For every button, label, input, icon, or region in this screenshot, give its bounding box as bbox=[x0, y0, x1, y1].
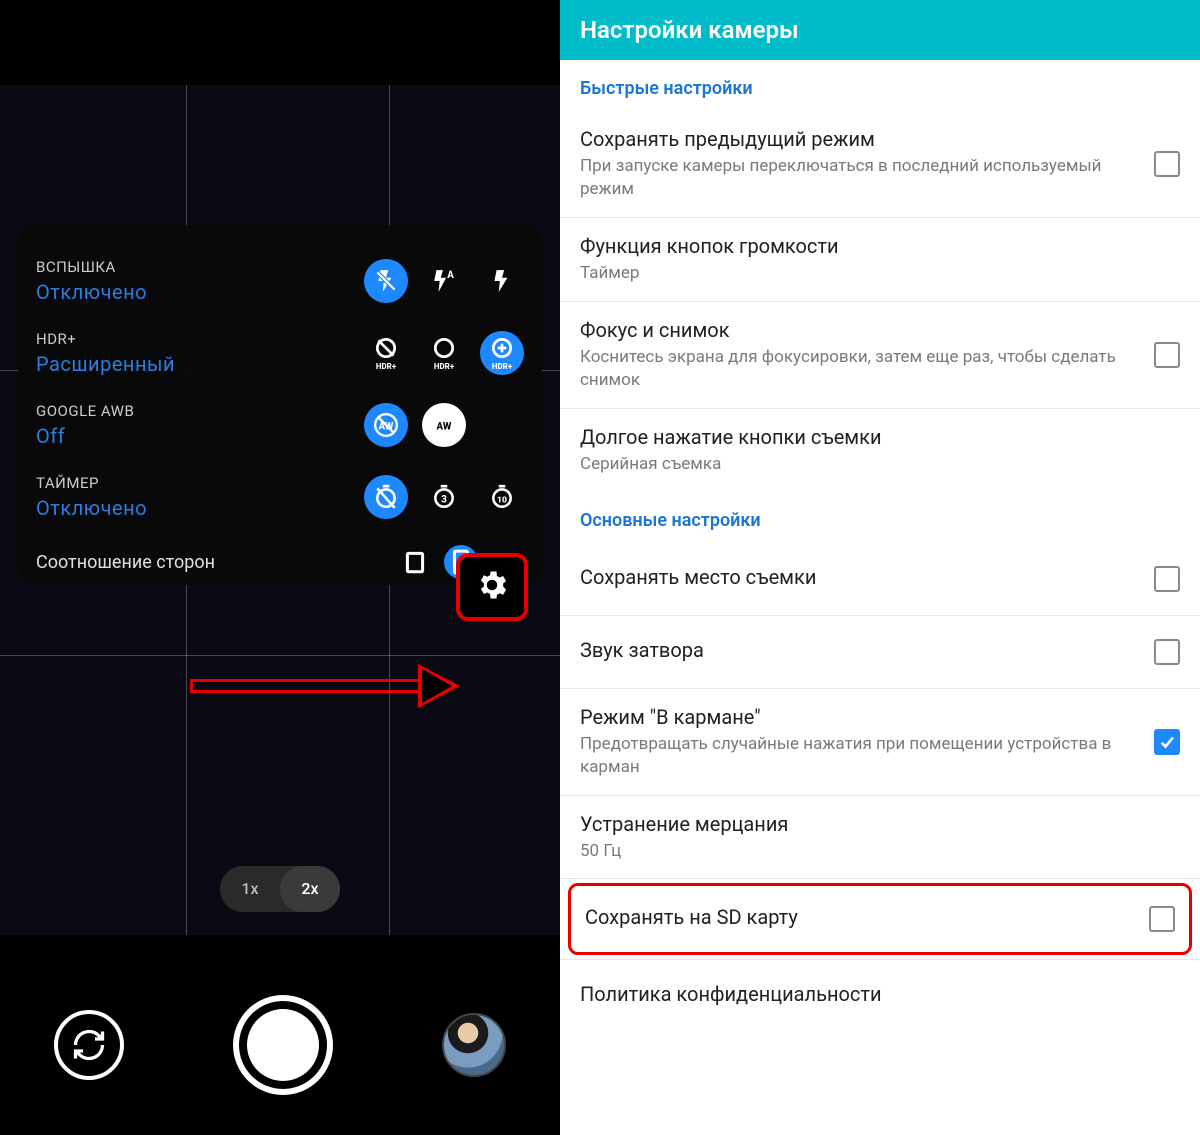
flash-caption: ВСПЫШКА bbox=[36, 258, 147, 276]
hdr-on-icon[interactable]: HDR+ bbox=[422, 331, 466, 375]
awb-on-icon[interactable]: AW bbox=[422, 403, 466, 447]
setting-title: Сохранять на SD карту bbox=[585, 905, 1133, 929]
volume-keys-row[interactable]: Функция кнопок громкости Таймер bbox=[560, 218, 1200, 301]
timer-3s-icon[interactable]: 3 bbox=[422, 475, 466, 519]
quick-settings-panel: ВСПЫШКА Отключено A HDR+ bbox=[18, 225, 542, 585]
privacy-policy-row[interactable]: Политика конфиденциальности bbox=[560, 960, 1200, 1032]
setting-sub: 50 Гц bbox=[580, 840, 1164, 863]
setting-sub: При запуске камеры переключаться в после… bbox=[580, 155, 1138, 201]
timer-caption: ТАЙМЕР bbox=[36, 474, 147, 492]
setting-title: Функция кнопок громкости bbox=[580, 234, 1164, 258]
camera-bottombar bbox=[0, 955, 560, 1135]
setting-title: Режим "В кармане" bbox=[580, 705, 1138, 729]
grid-line bbox=[0, 655, 560, 656]
checkbox[interactable] bbox=[1154, 566, 1180, 592]
save-location-row[interactable]: Сохранять место съемки bbox=[560, 543, 1200, 615]
shutter-button[interactable] bbox=[233, 995, 333, 1095]
setting-sub: Серийная съемка bbox=[580, 453, 1164, 476]
hdr-off-icon[interactable]: HDR+ bbox=[364, 331, 408, 375]
checkbox[interactable] bbox=[1154, 639, 1180, 665]
section-main: Основные настройки bbox=[560, 492, 1200, 543]
settings-content[interactable]: Быстрые настройки Сохранять предыдущий р… bbox=[560, 60, 1200, 1135]
save-to-sd-row[interactable]: Сохранять на SD карту bbox=[568, 883, 1192, 955]
pocket-mode-row[interactable]: Режим "В кармане" Предотвращать случайны… bbox=[560, 689, 1200, 795]
flicker-row[interactable]: Устранение мерцания 50 Гц bbox=[560, 796, 1200, 879]
timer-value: Отключено bbox=[36, 496, 147, 520]
camera-settings-screen: Настройки камеры Быстрые настройки Сохра… bbox=[560, 0, 1200, 1135]
timer-row: ТАЙМЕР Отключено 3 10 bbox=[18, 461, 542, 533]
hdr-value: Расширенный bbox=[36, 352, 175, 376]
setting-title: Сохранять место съемки bbox=[580, 565, 1138, 589]
long-press-row[interactable]: Долгое нажатие кнопки съемки Серийная съ… bbox=[560, 409, 1200, 492]
awb-caption: GOOGLE AWB bbox=[36, 402, 134, 420]
setting-title: Звук затвора bbox=[580, 638, 1138, 662]
divider bbox=[560, 878, 1200, 879]
setting-title: Фокус и снимок bbox=[580, 318, 1138, 342]
checkbox[interactable] bbox=[1154, 342, 1180, 368]
timer-10s-icon[interactable]: 10 bbox=[480, 475, 524, 519]
hdr-row: HDR+ Расширенный HDR+ HDR+ HDR+ bbox=[18, 317, 542, 389]
zoom-toggle[interactable]: 1x 2x bbox=[220, 866, 340, 912]
svg-text:A: A bbox=[447, 270, 454, 281]
flash-auto-icon[interactable]: A bbox=[422, 259, 466, 303]
settings-gear-highlight bbox=[456, 553, 528, 621]
setting-sub: Предотвращать случайные нажатия при поме… bbox=[580, 733, 1138, 779]
gear-icon[interactable] bbox=[474, 567, 510, 607]
checkbox[interactable] bbox=[1149, 906, 1175, 932]
flash-row: ВСПЫШКА Отключено A bbox=[18, 245, 542, 317]
section-quick: Быстрые настройки bbox=[560, 60, 1200, 111]
setting-sub: Коснитесь экрана для фокусировки, затем … bbox=[580, 346, 1138, 392]
setting-sub: Таймер bbox=[580, 262, 1164, 285]
shutter-sound-row[interactable]: Звук затвора bbox=[560, 616, 1200, 688]
checkbox-checked[interactable] bbox=[1154, 729, 1180, 755]
hdr-caption: HDR+ bbox=[36, 330, 175, 348]
aspect-ratio-label: Соотношение сторон bbox=[36, 552, 215, 573]
zoom-2x[interactable]: 2x bbox=[280, 866, 340, 912]
hdr-enhanced-icon[interactable]: HDR+ bbox=[480, 331, 524, 375]
settings-appbar: Настройки камеры bbox=[560, 0, 1200, 60]
svg-text:AW: AW bbox=[437, 421, 452, 432]
aspect-4-3-icon[interactable] bbox=[400, 547, 430, 577]
save-prev-mode-row[interactable]: Сохранять предыдущий режим При запуске к… bbox=[560, 111, 1200, 217]
zoom-1x[interactable]: 1x bbox=[220, 866, 280, 912]
settings-title: Настройки камеры bbox=[580, 16, 799, 44]
annotation-arrow bbox=[190, 672, 460, 702]
gallery-thumbnail[interactable] bbox=[442, 1013, 506, 1077]
camera-statusbar bbox=[0, 0, 560, 85]
timer-off-icon[interactable] bbox=[364, 475, 408, 519]
svg-text:10: 10 bbox=[497, 495, 507, 505]
setting-title: Политика конфиденциальности bbox=[580, 982, 1164, 1006]
camera-app: ВСПЫШКА Отключено A HDR+ bbox=[0, 0, 560, 1135]
flash-off-icon[interactable] bbox=[364, 259, 408, 303]
setting-title: Устранение мерцания bbox=[580, 812, 1164, 836]
awb-row: GOOGLE AWB Off AW AW bbox=[18, 389, 542, 461]
setting-title: Долгое нажатие кнопки съемки bbox=[580, 425, 1164, 449]
flash-value: Отключено bbox=[36, 280, 147, 304]
switch-camera-button[interactable] bbox=[54, 1010, 124, 1080]
awb-value: Off bbox=[36, 424, 134, 448]
svg-text:3: 3 bbox=[441, 494, 447, 505]
focus-shot-row[interactable]: Фокус и снимок Коснитесь экрана для фоку… bbox=[560, 302, 1200, 408]
setting-title: Сохранять предыдущий режим bbox=[580, 127, 1138, 151]
checkbox[interactable] bbox=[1154, 151, 1180, 177]
flash-on-icon[interactable] bbox=[480, 259, 524, 303]
awb-off-icon[interactable]: AW bbox=[364, 403, 408, 447]
